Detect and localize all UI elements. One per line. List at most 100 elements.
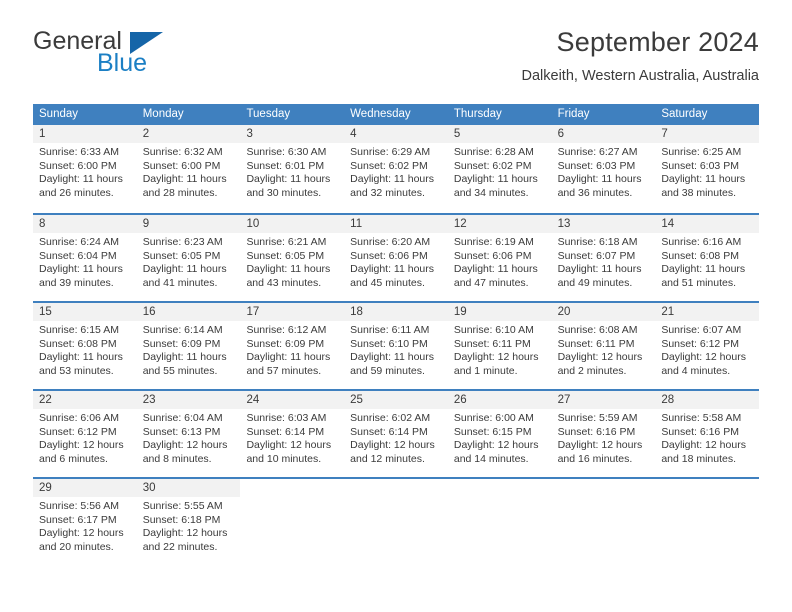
daylight-text-line2: and 51 minutes. xyxy=(661,276,737,289)
title-block: September 2024 Dalkeith, Western Austral… xyxy=(522,26,759,86)
daylight-text-line2: and 16 minutes. xyxy=(557,452,633,465)
day-cell-22[interactable]: 22 Sunrise: 6:06 AM Sunset: 6:12 PM Dayligh… xyxy=(33,391,137,477)
day-details: Sunrise: 6:19 AM Sunset: 6:06 PM Daylight:… xyxy=(448,233,552,290)
sunset-text: Sunset: 6:06 PM xyxy=(453,249,532,262)
day-cell-12[interactable]: 12 Sunrise: 6:19 AM Sunset: 6:06 PM Dayligh… xyxy=(447,215,552,301)
day-number-band: 5 xyxy=(447,125,552,143)
day-details: Sunrise: 6:02 AM Sunset: 6:14 PM Daylight:… xyxy=(344,409,448,466)
day-details: Sunrise: 6:24 AM Sunset: 6:04 PM Daylight:… xyxy=(33,233,137,290)
sunrise-text: Sunrise: 6:32 AM xyxy=(142,146,223,158)
day-details: Sunrise: 6:04 AM Sunset: 6:13 PM Daylight:… xyxy=(137,409,241,466)
sunset-text: Sunset: 6:12 PM xyxy=(39,425,117,438)
day-cell-empty xyxy=(240,479,345,565)
sunset-text: Sunset: 6:03 PM xyxy=(661,159,739,172)
day-number-band: 4 xyxy=(344,125,448,143)
daylight-text-line1: Daylight: 12 hours xyxy=(246,439,332,452)
day-number-band: 3 xyxy=(240,125,345,143)
day-cell-4[interactable]: 4 Sunrise: 6:29 AM Sunset: 6:02 PM Daylight… xyxy=(344,125,448,213)
day-number-band xyxy=(344,479,448,497)
day-cell-15[interactable]: 15 Sunrise: 6:15 AM Sunset: 6:08 PM Dayligh… xyxy=(33,303,137,389)
sunrise-text: Sunrise: 6:12 AM xyxy=(246,324,327,336)
daylight-text-line1: Daylight: 11 hours xyxy=(453,263,538,276)
daylight-text-line2: and 22 minutes. xyxy=(142,540,218,553)
sunset-text: Sunset: 6:17 PM xyxy=(39,513,117,526)
day-cell-30[interactable]: 30 Sunrise: 5:55 AM Sunset: 6:18 PM Dayligh… xyxy=(136,479,241,565)
day-cell-empty xyxy=(344,479,448,565)
brand-logo[interactable]: General Blue xyxy=(33,26,243,84)
day-cell-20[interactable]: 20 Sunrise: 6:08 AM Sunset: 6:11 PM Dayligh… xyxy=(551,303,656,389)
day-cell-19[interactable]: 19 Sunrise: 6:10 AM Sunset: 6:11 PM Dayligh… xyxy=(447,303,552,389)
day-cell-17[interactable]: 17 Sunrise: 6:12 AM Sunset: 6:09 PM Dayligh… xyxy=(240,303,345,389)
day-cell-3[interactable]: 3 Sunrise: 6:30 AM Sunset: 6:01 PM Daylight… xyxy=(240,125,345,213)
day-number: 6 xyxy=(557,128,564,140)
day-number: 18 xyxy=(350,306,363,318)
day-number-band: 1 xyxy=(33,125,137,143)
daylight-text-line1: Daylight: 11 hours xyxy=(350,263,435,276)
calendar-grid: Sunday Monday Tuesday Wednesday Thursday Frid… xyxy=(33,104,760,565)
day-cell-23[interactable]: 23 Sunrise: 6:04 AM Sunset: 6:13 PM Dayligh… xyxy=(136,391,241,477)
daylight-text-line2: and 47 minutes. xyxy=(453,276,529,289)
day-cell-16[interactable]: 16 Sunrise: 6:14 AM Sunset: 6:09 PM Dayligh… xyxy=(136,303,241,389)
day-cell-2[interactable]: 2 Sunrise: 6:32 AM Sunset: 6:00 PM Daylight… xyxy=(136,125,241,213)
day-cell-6[interactable]: 6 Sunrise: 6:27 AM Sunset: 6:03 PM Daylight… xyxy=(551,125,656,213)
day-details: Sunrise: 6:00 AM Sunset: 6:15 PM Daylight:… xyxy=(448,409,552,466)
day-cell-26[interactable]: 26 Sunrise: 6:00 AM Sunset: 6:15 PM Dayligh… xyxy=(447,391,552,477)
day-cell-27[interactable]: 27 Sunrise: 5:59 AM Sunset: 6:16 PM Dayligh… xyxy=(551,391,656,477)
day-number-band: 9 xyxy=(136,215,241,233)
daylight-text-line1: Daylight: 12 hours xyxy=(453,351,539,364)
sunset-text: Sunset: 6:01 PM xyxy=(246,159,325,172)
daylight-text-line1: Daylight: 11 hours xyxy=(39,351,123,364)
day-number: 19 xyxy=(453,306,467,318)
weekday-header-wednesday: Wednesday xyxy=(350,108,411,120)
day-details: Sunrise: 6:16 AM Sunset: 6:08 PM Daylight:… xyxy=(655,233,759,290)
sunset-text: Sunset: 6:03 PM xyxy=(557,159,636,172)
day-number-band: 16 xyxy=(136,303,241,321)
day-details: Sunrise: 6:20 AM Sunset: 6:06 PM Daylight:… xyxy=(344,233,448,290)
day-cell-1[interactable]: 1 Sunrise: 6:33 AM Sunset: 6:00 PM Daylight… xyxy=(33,125,137,213)
day-details: Sunrise: 6:32 AM Sunset: 6:00 PM Daylight:… xyxy=(137,143,241,200)
sunset-text: Sunset: 6:00 PM xyxy=(39,159,117,172)
day-details: Sunrise: 6:08 AM Sunset: 6:11 PM Daylight:… xyxy=(552,321,656,378)
brand-name-blue: Blue xyxy=(97,49,148,77)
day-cell-13[interactable]: 13 Sunrise: 6:18 AM Sunset: 6:07 PM Dayligh… xyxy=(551,215,656,301)
day-cell-24[interactable]: 24 Sunrise: 6:03 AM Sunset: 6:14 PM Dayligh… xyxy=(240,391,345,477)
day-cell-9[interactable]: 9 Sunrise: 6:23 AM Sunset: 6:05 PM Daylight… xyxy=(136,215,241,301)
sunset-text: Sunset: 6:14 PM xyxy=(246,425,325,438)
day-cell-25[interactable]: 25 Sunrise: 6:02 AM Sunset: 6:14 PM Dayligh… xyxy=(344,391,448,477)
daylight-text-line2: and 32 minutes. xyxy=(350,186,425,199)
day-cell-14[interactable]: 14 Sunrise: 6:16 AM Sunset: 6:08 PM Dayligh… xyxy=(655,215,760,301)
sunset-text: Sunset: 6:09 PM xyxy=(246,337,325,350)
day-number-band: 23 xyxy=(136,391,241,409)
day-number: 5 xyxy=(453,128,461,140)
daylight-text-line2: and 36 minutes. xyxy=(557,186,633,199)
day-details: Sunrise: 5:58 AM Sunset: 6:16 PM Daylight:… xyxy=(655,409,759,466)
daylight-text-line1: Daylight: 11 hours xyxy=(350,173,435,186)
day-number-band: 8 xyxy=(33,215,137,233)
day-details: Sunrise: 6:23 AM Sunset: 6:05 PM Daylight:… xyxy=(137,233,241,290)
day-cell-28[interactable]: 28 Sunrise: 5:58 AM Sunset: 6:16 PM Dayligh… xyxy=(655,391,760,477)
day-cell-10[interactable]: 10 Sunrise: 6:21 AM Sunset: 6:05 PM Dayligh… xyxy=(240,215,345,301)
sunset-text: Sunset: 6:02 PM xyxy=(453,159,532,172)
day-cell-8[interactable]: 8 Sunrise: 6:24 AM Sunset: 6:04 PM Daylight… xyxy=(33,215,137,301)
day-cell-18[interactable]: 18 Sunrise: 6:11 AM Sunset: 6:10 PM Dayligh… xyxy=(344,303,448,389)
day-cell-21[interactable]: 21 Sunrise: 6:07 AM Sunset: 6:12 PM Dayligh… xyxy=(655,303,760,389)
day-details: Sunrise: 6:18 AM Sunset: 6:07 PM Daylight:… xyxy=(552,233,656,290)
sail-triangle-icon xyxy=(130,32,163,54)
daylight-text-line2: and 43 minutes. xyxy=(246,276,322,289)
calendar-week-row: 15 Sunrise: 6:15 AM Sunset: 6:08 PM Dayligh… xyxy=(33,301,760,389)
day-number: 29 xyxy=(39,482,52,494)
sunset-text: Sunset: 6:15 PM xyxy=(453,425,532,438)
day-cell-5[interactable]: 5 Sunrise: 6:28 AM Sunset: 6:02 PM Daylight… xyxy=(447,125,552,213)
daylight-text-line2: and 8 minutes. xyxy=(142,452,212,465)
sunrise-text: Sunrise: 6:18 AM xyxy=(557,236,638,248)
day-cell-29[interactable]: 29 Sunrise: 5:56 AM Sunset: 6:17 PM Dayligh… xyxy=(33,479,137,565)
day-number: 24 xyxy=(246,394,260,406)
daylight-text-line2: and 18 minutes. xyxy=(661,452,737,465)
daylight-text-line1: Daylight: 12 hours xyxy=(661,351,746,364)
day-cell-11[interactable]: 11 Sunrise: 6:20 AM Sunset: 6:06 PM Dayligh… xyxy=(344,215,448,301)
day-details: Sunrise: 6:11 AM Sunset: 6:10 PM Daylight:… xyxy=(344,321,448,378)
day-cell-7[interactable]: 7 Sunrise: 6:25 AM Sunset: 6:03 PM Daylight… xyxy=(655,125,760,213)
daylight-text-line2: and 53 minutes. xyxy=(39,364,114,377)
day-number: 9 xyxy=(142,218,150,230)
sunset-text: Sunset: 6:05 PM xyxy=(246,249,325,262)
